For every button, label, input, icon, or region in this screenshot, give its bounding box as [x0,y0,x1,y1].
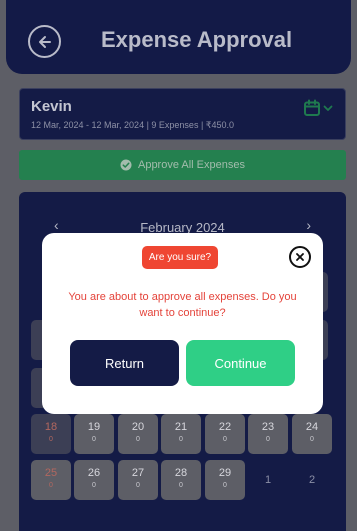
calendar-day[interactable]: 25 0 [31,460,71,500]
calendar-day[interactable]: 28 0 [161,460,201,500]
confirm-badge: Are you sure? [142,246,218,269]
calendar-day[interactable]: 22 0 [205,414,245,454]
calendar-icon [304,99,320,116]
continue-button[interactable]: Continue [186,340,295,386]
next-month-button[interactable]: › [306,217,311,233]
calendar-day[interactable]: 29 0 [205,460,245,500]
date-picker-button[interactable] [303,97,337,119]
return-button[interactable]: Return [70,340,179,386]
calendar-day[interactable]: 24 0 [292,414,332,454]
calendar-day[interactable]: 19 0 [74,414,114,454]
calendar-day[interactable]: 21 0 [161,414,201,454]
calendar-day[interactable]: 18 0 [31,414,71,454]
page-title: Expense Approval [101,27,293,52]
approve-all-label: Approve All Expenses [137,159,245,171]
check-circle-icon [120,159,132,171]
calendar-day[interactable]: 20 0 [118,414,158,454]
user-name: Kevin [31,98,72,115]
app-header: Expense Approval [6,0,351,74]
confirm-message: You are about to approve all expenses. D… [68,291,297,319]
calendar-day[interactable]: 26 0 [74,460,114,500]
chevron-down-icon [323,105,333,111]
user-summary-card: Kevin 12 Mar, 2024 - 12 Mar, 2024 | 9 Ex… [19,88,346,140]
arrow-left-icon [38,35,51,48]
approve-all-button[interactable]: Approve All Expenses [19,150,346,180]
calendar-day: 2 [308,474,316,486]
expense-summary: 12 Mar, 2024 - 12 Mar, 2024 | 9 Expenses… [31,120,235,130]
back-button[interactable] [28,25,61,58]
confirm-dialog: Are you sure? You are about to approve a… [42,233,323,414]
close-button[interactable] [289,246,311,268]
calendar-day[interactable]: 23 0 [248,414,288,454]
close-icon [296,253,304,261]
calendar-day[interactable]: 27 0 [118,460,158,500]
calendar-day: 1 [264,474,272,486]
